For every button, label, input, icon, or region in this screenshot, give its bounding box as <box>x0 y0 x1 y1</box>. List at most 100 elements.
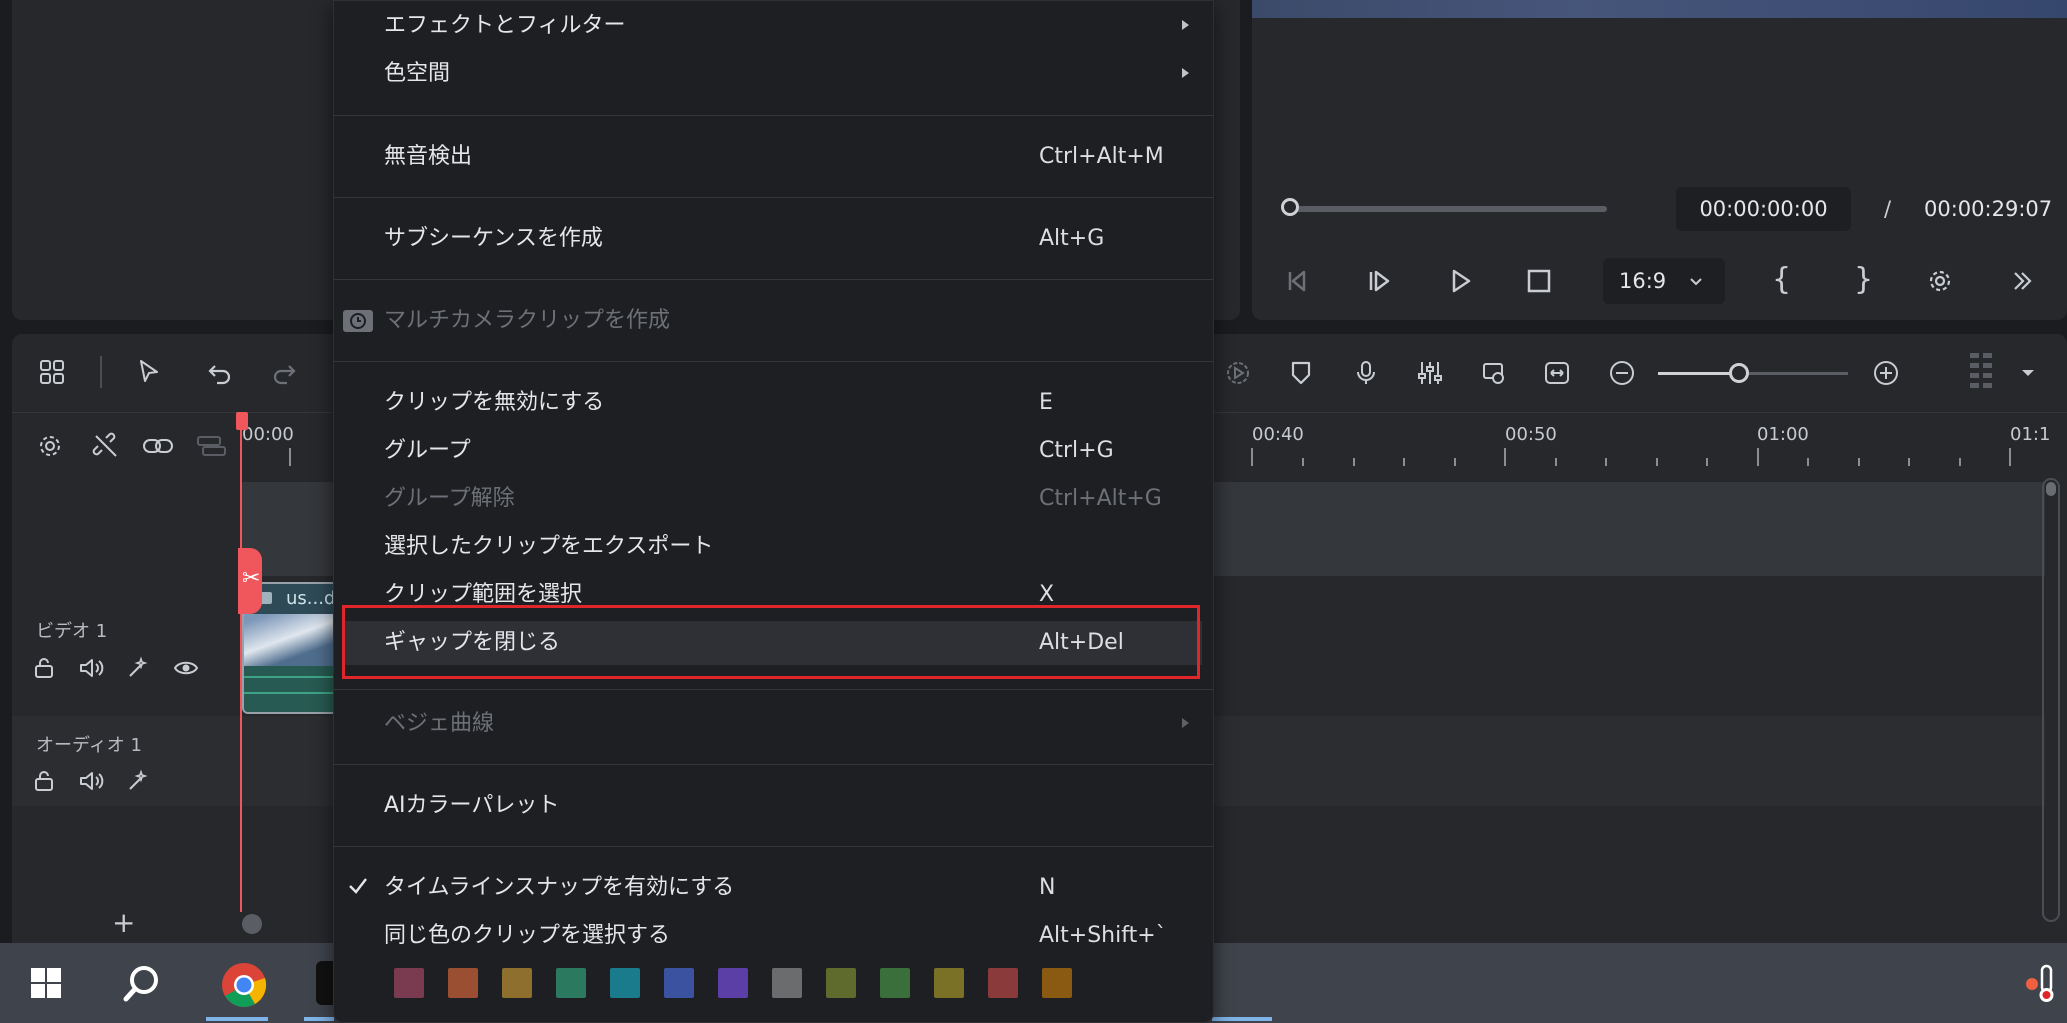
speed-icon[interactable] <box>1222 357 1254 389</box>
menu-item-shortcut: Ctrl+G <box>1039 438 1114 463</box>
undo-icon[interactable] <box>204 356 236 388</box>
previous-frame-icon[interactable] <box>1282 265 1314 297</box>
audio-magic-icon[interactable] <box>124 767 152 795</box>
menu-item-shortcut: N <box>1039 875 1056 900</box>
video-visibility-icon[interactable] <box>172 654 200 682</box>
menu-item-shortcut: E <box>1039 390 1053 415</box>
clip-audio-wave <box>244 666 344 712</box>
layout-grid-icon[interactable] <box>36 356 68 388</box>
color-swatch[interactable] <box>502 968 532 998</box>
search-icon[interactable] <box>122 963 162 1003</box>
menu-separator <box>334 689 1213 690</box>
video-volume-icon[interactable] <box>77 654 105 682</box>
audio-mixer-icon[interactable] <box>1414 357 1446 389</box>
track-settings-icon[interactable] <box>34 430 66 462</box>
menu-item-select-same-color[interactable]: 同じ色のクリップを選択する Alt+Shift+` <box>334 914 1213 958</box>
taskbar-active-indicator-3 <box>1212 1017 1272 1021</box>
fit-timeline-icon[interactable] <box>1541 357 1573 389</box>
marker-icon[interactable] <box>1285 357 1317 389</box>
more-icon[interactable] <box>2006 265 2038 297</box>
audio-lock-icon[interactable] <box>30 767 58 795</box>
track-height-icon[interactable] <box>1966 350 1996 396</box>
submenu-arrow-icon <box>1182 68 1189 78</box>
menu-item-shortcut: Ctrl+Alt+M <box>1039 144 1164 169</box>
menu-item-silence-detection[interactable]: 無音検出 Ctrl+Alt+M <box>334 135 1213 179</box>
menu-item-label: グループ <box>384 438 471 463</box>
menu-item-disable-clip[interactable]: クリップを無効にする E <box>334 381 1213 425</box>
playhead-top[interactable] <box>236 412 248 430</box>
color-swatch[interactable] <box>988 968 1018 998</box>
zoom-out-icon[interactable] <box>1606 357 1638 389</box>
mark-out-icon[interactable]: } <box>1854 262 1873 297</box>
weather-icon <box>2020 961 2060 1005</box>
windows-start-icon[interactable] <box>28 965 64 1001</box>
ruler-label-50: 00:50 <box>1505 424 1557 445</box>
zoom-slider-handle[interactable] <box>1729 363 1749 383</box>
menu-item-shortcut: Alt+G <box>1039 226 1105 251</box>
menu-item-label: エフェクトとフィルター <box>384 13 626 38</box>
menu-item-group[interactable]: グループ Ctrl+G <box>334 429 1213 473</box>
color-swatch[interactable] <box>664 968 694 998</box>
next-frame-icon[interactable] <box>1364 265 1396 297</box>
progress-handle[interactable] <box>1281 198 1299 216</box>
color-swatch[interactable] <box>610 968 640 998</box>
audio-volume-icon[interactable] <box>77 767 105 795</box>
playhead-split-handle[interactable]: ✂ <box>238 548 262 614</box>
menu-item-label: タイムラインスナップを有効にする <box>384 875 735 900</box>
color-swatch[interactable] <box>880 968 910 998</box>
menu-separator <box>334 115 1213 116</box>
redo-icon[interactable] <box>268 356 300 388</box>
color-swatch[interactable] <box>556 968 586 998</box>
menu-item-timeline-snap[interactable]: タイムラインスナップを有効にする N <box>334 866 1213 910</box>
aspect-ratio-dropdown[interactable]: 16:9 <box>1603 258 1725 304</box>
zoom-in-icon[interactable] <box>1870 357 1902 389</box>
microphone-icon[interactable] <box>1350 357 1382 389</box>
color-swatch[interactable] <box>718 968 748 998</box>
app-icon[interactable] <box>316 961 334 1005</box>
total-time: 00:00:29:07 <box>1924 197 2053 221</box>
play-icon[interactable] <box>1444 265 1476 297</box>
add-track-button[interactable]: + <box>112 906 135 939</box>
video-magic-icon[interactable] <box>124 654 152 682</box>
vertical-scroll-thumb-top[interactable] <box>2046 482 2056 496</box>
submenu-arrow-icon <box>1182 20 1189 30</box>
menu-item-ai-color-palette[interactable]: AIカラーパレット <box>334 784 1213 828</box>
horizontal-scroll-thumb[interactable] <box>242 914 262 934</box>
taskbar-active-indicator-1 <box>206 1017 268 1021</box>
select-arrow-icon[interactable] <box>132 356 168 388</box>
settings-icon[interactable] <box>1924 265 1956 297</box>
color-swatch[interactable] <box>826 968 856 998</box>
audio-track-label: オーディオ 1 <box>36 735 142 756</box>
track-height-dropdown-icon[interactable] <box>2022 370 2034 376</box>
color-swatch[interactable] <box>394 968 424 998</box>
menu-item-create-subsequence[interactable]: サブシーケンスを作成 Alt+G <box>334 217 1213 261</box>
color-swatch[interactable] <box>1042 968 1072 998</box>
auto-ripple-icon[interactable] <box>194 430 228 462</box>
vertical-scrollbar[interactable] <box>2042 478 2060 922</box>
menu-separator <box>334 197 1213 198</box>
menu-item-export-selected[interactable]: 選択したクリップをエクスポート <box>334 525 1213 569</box>
video-lock-icon[interactable] <box>30 654 58 682</box>
preview-render-icon[interactable] <box>1478 357 1510 389</box>
scissors-icon: ✂ <box>242 566 261 591</box>
current-time[interactable]: 00:00:00:00 <box>1676 187 1851 231</box>
chrome-icon[interactable] <box>220 961 268 1009</box>
unlink-icon[interactable] <box>90 430 122 462</box>
mark-in-icon[interactable]: { <box>1772 262 1791 297</box>
menu-item-color-space[interactable]: 色空間 <box>334 52 1213 96</box>
menu-separator <box>334 361 1213 362</box>
menu-item-effects-filters[interactable]: エフェクトとフィルター <box>334 4 1213 48</box>
color-swatch[interactable] <box>448 968 478 998</box>
link-icon[interactable] <box>141 430 175 462</box>
stop-icon[interactable] <box>1523 265 1555 297</box>
playhead-line[interactable] <box>240 412 242 912</box>
menu-item-ungroup: グループ解除 Ctrl+Alt+G <box>334 477 1213 521</box>
color-swatch[interactable] <box>772 968 802 998</box>
menu-item-label: ベジェ曲線 <box>384 711 495 736</box>
color-swatch[interactable] <box>934 968 964 998</box>
taskbar-active-indicator-2 <box>304 1017 334 1021</box>
progress-track[interactable] <box>1292 206 1607 212</box>
menu-item-shortcut: Alt+Shift+` <box>1039 923 1167 948</box>
video-track-label: ビデオ 1 <box>36 621 108 642</box>
menu-item-label: 選択したクリップをエクスポート <box>384 534 714 559</box>
